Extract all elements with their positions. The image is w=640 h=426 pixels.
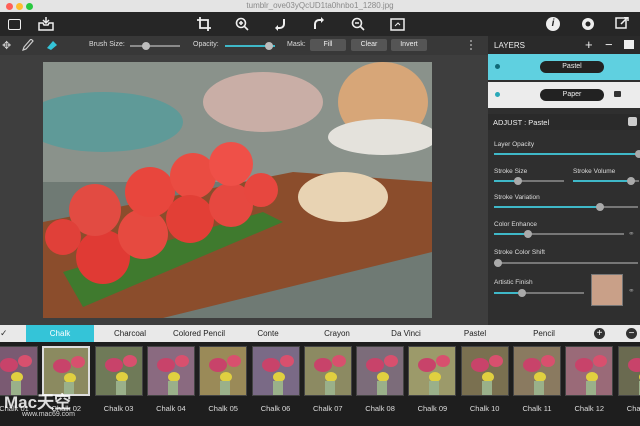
layers-title: LAYERS (494, 41, 525, 50)
preset-thumbnail-label: Chalk 13 (626, 404, 640, 413)
stroke-size-slider[interactable] (494, 177, 564, 185)
artistic-finish-label: Artistic Finish (494, 279, 533, 286)
preset-thumbnail-label: Chalk 07 (312, 404, 343, 413)
zoom-out-icon[interactable] (350, 16, 366, 32)
color-enhance-label: Color Enhance (494, 221, 537, 228)
move-tool-icon[interactable]: ✥ (2, 39, 11, 52)
main-toolbar: i (0, 12, 640, 36)
layer-row-pastel[interactable]: Pastel (488, 54, 640, 80)
link-icon[interactable]: ⚭ (628, 286, 635, 295)
title-bar: tumblr_ove03yQcUD1ta0hnbo1_1280.jpg (0, 0, 640, 12)
stroke-variation-slider[interactable] (494, 203, 638, 211)
right-panel: LAYERS + − Pastel Paper ADJUST : Pastel … (488, 36, 640, 325)
adjust-header: ADJUST : Pastel (488, 114, 640, 130)
frame-icon[interactable] (6, 16, 22, 32)
settings-gear-icon[interactable] (580, 16, 596, 32)
layer-name-pill[interactable]: Paper (540, 89, 604, 101)
texture-swatch[interactable] (591, 274, 623, 306)
preset-thumbnail-label: Chalk 05 (208, 404, 238, 413)
preset-tabs: ✓ Chalk Charcoal Colored Pencil Conte Cr… (0, 325, 640, 342)
opacity-slider[interactable] (225, 42, 275, 50)
tab-pencil[interactable]: Pencil (510, 325, 578, 342)
opacity-label: Opacity: (193, 41, 219, 48)
watermark-brand: Mac天空 (4, 393, 72, 412)
layer-visibility-dot[interactable] (495, 64, 500, 69)
check-icon[interactable]: ✓ (0, 328, 8, 339)
remove-preset-icon[interactable]: − (626, 328, 637, 339)
preset-thumbnail-label: Chalk 11 (522, 404, 552, 413)
layer-opacity-label: Layer Opacity (494, 141, 535, 148)
tab-conte[interactable]: Conte (234, 325, 302, 342)
stroke-color-shift-slider[interactable] (494, 259, 638, 267)
zoom-in-icon[interactable] (234, 16, 250, 32)
layer-name-pill[interactable]: Pastel (540, 61, 604, 73)
mask-invert-button[interactable]: Invert (391, 39, 427, 51)
image-canvas[interactable] (43, 62, 432, 318)
fit-screen-icon[interactable] (389, 16, 405, 32)
preset-thumbnail[interactable] (513, 346, 561, 396)
brush-size-slider[interactable] (130, 42, 180, 50)
lock-icon[interactable] (614, 91, 621, 97)
tab-da-vinci[interactable]: Da Vinci (372, 325, 440, 342)
link-icon[interactable]: ⚭ (628, 229, 635, 238)
reset-icon[interactable] (628, 117, 637, 126)
artistic-finish-slider[interactable] (494, 289, 584, 297)
mask-label: Mask: (287, 41, 306, 48)
preset-thumbnail-label: Chalk 09 (417, 404, 448, 413)
tab-crayon[interactable]: Crayon (303, 325, 371, 342)
preset-thumbnail[interactable] (356, 346, 405, 396)
preset-thumbnail-label: Chalk 10 (469, 404, 500, 413)
rotate-right-icon[interactable] (311, 16, 327, 32)
preset-thumbnail-label: Chalk 03 (103, 404, 134, 413)
preset-thumbnail[interactable] (565, 346, 614, 396)
brush-tool-icon[interactable] (22, 38, 34, 53)
bar-grip (470, 40, 474, 50)
add-preset-icon[interactable]: + (594, 328, 605, 339)
layer-opacity-slider[interactable] (494, 150, 640, 158)
layer-visibility-dot[interactable] (495, 92, 500, 97)
preset-thumbnail-strip: Chalk 01 Chalk 02 Chalk 03 Chalk 04 Chalk 05… (0, 342, 640, 426)
remove-layer-icon[interactable]: − (605, 37, 613, 52)
duplicate-layer-icon[interactable] (624, 40, 634, 49)
watermark-site: www.mac69.com (22, 411, 75, 418)
rotate-left-icon[interactable] (272, 16, 288, 32)
preset-thumbnail[interactable] (303, 346, 352, 396)
stroke-volume-label: Stroke Volume (573, 168, 616, 175)
preset-thumbnail-label: Chalk 06 (260, 404, 291, 413)
preset-thumbnail[interactable] (408, 346, 457, 396)
stroke-volume-slider[interactable] (573, 177, 639, 185)
adjust-title: ADJUST : Pastel (493, 118, 550, 127)
crop-icon[interactable] (196, 16, 212, 32)
preset-thumbnail[interactable] (146, 346, 195, 396)
preset-thumbnail[interactable] (617, 346, 640, 396)
stroke-color-shift-label: Stroke Color Shift (494, 249, 545, 256)
add-layer-icon[interactable]: + (585, 37, 593, 52)
brush-options-bar: ✥ Brush Size: Opacity: Mask: Fill Clear … (0, 36, 488, 56)
info-icon[interactable]: i (545, 16, 561, 32)
mask-fill-button[interactable]: Fill (310, 39, 346, 51)
import-tray-icon[interactable] (38, 16, 54, 32)
preset-thumbnail-label: Chalk 08 (365, 404, 395, 413)
stroke-variation-label: Stroke Variation (494, 194, 540, 201)
mask-clear-button[interactable]: Clear (351, 39, 387, 51)
tab-pastel[interactable]: Pastel (441, 325, 509, 342)
window-title: tumblr_ove03yQcUD1ta0hnbo1_1280.jpg (246, 1, 394, 10)
preset-thumbnail-label: Chalk 04 (156, 404, 186, 413)
tab-colored-pencil[interactable]: Colored Pencil (165, 325, 233, 342)
layers-header: LAYERS + − (488, 36, 640, 54)
stroke-size-label: Stroke Size (494, 168, 528, 175)
preset-thumbnail-label: Chalk 12 (574, 404, 605, 413)
layer-row-paper[interactable]: Paper (488, 82, 640, 108)
tab-charcoal[interactable]: Charcoal (96, 325, 164, 342)
preset-thumbnail[interactable] (199, 346, 248, 396)
tab-chalk[interactable]: Chalk (26, 325, 94, 342)
color-enhance-slider[interactable] (494, 230, 624, 238)
preset-thumbnail[interactable] (460, 346, 509, 396)
preset-thumbnail[interactable] (251, 346, 300, 396)
eraser-tool-icon[interactable] (46, 39, 58, 53)
brush-size-label: Brush Size: (89, 41, 125, 48)
preset-thumbnail[interactable] (94, 346, 143, 396)
share-export-icon[interactable] (614, 16, 630, 32)
